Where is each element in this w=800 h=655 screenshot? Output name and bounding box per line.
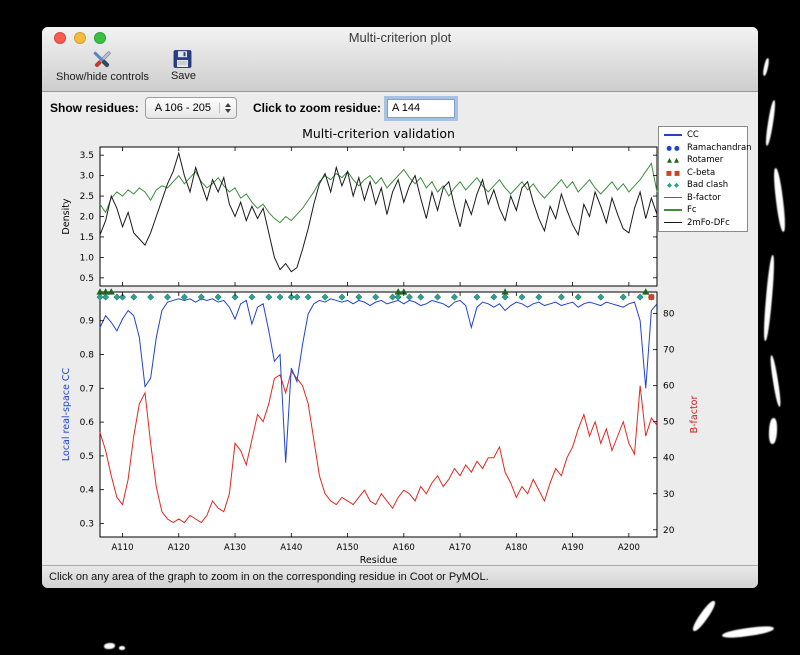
svg-text:2.0: 2.0 — [80, 213, 95, 223]
legend-item: ■ ■ C-beta — [663, 168, 743, 178]
svg-text:A180: A180 — [505, 543, 527, 553]
legend-line-symbol — [663, 196, 683, 199]
svg-text:A190: A190 — [562, 543, 584, 553]
svg-text:0.3: 0.3 — [80, 519, 94, 529]
legend-line-symbol — [663, 221, 683, 224]
window-header: Multi-criterion plot Show/hide controls … — [42, 27, 758, 92]
svg-text:2.5: 2.5 — [80, 192, 94, 202]
controls-bar: Show residues: A 106 - 205 Click to zoom… — [42, 92, 758, 124]
legend-item: ▲ ▲ Rotamer — [663, 155, 743, 165]
legend-label: 2mFo-DFc — [687, 217, 730, 228]
legend-item: ◆ ◆ Bad clash — [663, 180, 743, 190]
legend-diamond-symbol: ◆ ◆ — [666, 181, 680, 189]
svg-text:20: 20 — [663, 526, 675, 536]
legend-label: Bad clash — [687, 180, 729, 190]
svg-text:Local real-space CC: Local real-space CC — [61, 368, 72, 462]
save-icon — [174, 50, 192, 68]
svg-text:60: 60 — [663, 382, 675, 392]
zoom-residue-label: Click to zoom residue: — [252, 101, 381, 115]
zoom-residue-input[interactable] — [387, 98, 455, 118]
zoom-window-button[interactable] — [94, 32, 106, 44]
titlebar[interactable]: Multi-criterion plot — [42, 27, 758, 49]
svg-text:0.9: 0.9 — [80, 317, 95, 327]
svg-text:30: 30 — [663, 490, 675, 500]
window-controls — [54, 32, 106, 44]
svg-text:A160: A160 — [393, 543, 415, 553]
legend-label: Ramachandran — [687, 142, 752, 153]
dropdown-stepper-icon — [218, 103, 231, 113]
svg-text:0.8: 0.8 — [80, 351, 95, 361]
residue-range-value: A 106 - 205 — [154, 102, 211, 114]
svg-text:80: 80 — [663, 310, 675, 320]
window-title: Multi-criterion plot — [348, 30, 452, 45]
svg-text:40: 40 — [663, 454, 675, 464]
svg-text:0.6: 0.6 — [80, 418, 95, 428]
legend-line-symbol — [663, 209, 683, 211]
legend-item: ● ● Ramachandran — [663, 143, 751, 153]
multi-criterion-plot-window: Multi-criterion plot Show/hide controls … — [42, 27, 758, 588]
svg-text:A120: A120 — [168, 543, 190, 553]
legend-item: B-factor — [663, 193, 743, 203]
desktop-background: Multi-criterion plot Show/hide controls … — [0, 0, 800, 655]
legend-label: C-beta — [687, 167, 716, 178]
legend-triangle-symbol: ▲ ▲ — [666, 156, 680, 164]
svg-text:A110: A110 — [111, 543, 133, 553]
tools-icon — [94, 51, 111, 68]
status-text: Click on any area of the graph to zoom i… — [49, 571, 489, 583]
svg-text:Density: Density — [61, 198, 72, 234]
show-hide-controls-button[interactable]: Show/hide controls — [56, 50, 149, 83]
minimize-button[interactable] — [74, 32, 86, 44]
legend-line-symbol — [663, 134, 683, 136]
svg-text:3.0: 3.0 — [80, 172, 95, 182]
svg-text:A140: A140 — [280, 543, 302, 553]
show-hide-controls-label: Show/hide controls — [56, 71, 149, 83]
svg-text:50: 50 — [663, 418, 675, 428]
status-bar: Click on any area of the graph to zoom i… — [42, 565, 758, 588]
legend-item: 2mFo-DFc — [663, 218, 743, 228]
save-button[interactable]: Save — [171, 50, 196, 82]
svg-text:0.5: 0.5 — [80, 274, 94, 284]
svg-text:70: 70 — [663, 346, 675, 356]
svg-text:1.5: 1.5 — [80, 233, 94, 243]
legend-label: B-factor — [687, 192, 721, 203]
legend-circle-symbol: ● ● — [666, 143, 680, 152]
svg-text:A170: A170 — [449, 543, 471, 553]
residue-range-dropdown[interactable]: A 106 - 205 — [144, 97, 237, 119]
svg-text:A150: A150 — [337, 543, 359, 553]
legend-item: CC — [663, 130, 743, 140]
svg-text:3.5: 3.5 — [80, 151, 94, 161]
legend-label: Rotamer — [687, 155, 724, 165]
legend-label: Fc — [687, 205, 697, 215]
svg-text:0.5: 0.5 — [80, 452, 94, 462]
plot-legend: CC ● ● Ramachandran ▲ ▲ Rotamer ■ ■ C-beta ◆ ◆ B… — [658, 126, 752, 232]
svg-text:0.7: 0.7 — [80, 384, 94, 394]
legend-square-symbol: ■ ■ — [665, 168, 681, 177]
svg-text:B-factor: B-factor — [689, 396, 700, 434]
legend-label: CC — [687, 130, 699, 140]
svg-text:A130: A130 — [224, 543, 246, 553]
show-residues-label: Show residues: — [50, 101, 139, 115]
multi-criterion-plot-canvas[interactable]: A110 A120 A130 A140 A150 A160 A170 A180 A190 A200… — [55, 125, 750, 566]
save-label: Save — [170, 70, 197, 82]
plot-figure[interactable]: A110 A120 A130 A140 A150 A160 A170 A180 A190 A200… — [55, 125, 752, 566]
svg-text:1.0: 1.0 — [80, 253, 95, 263]
toolbar: Show/hide controls Save — [42, 49, 758, 83]
close-button[interactable] — [54, 32, 66, 44]
svg-text:A200: A200 — [618, 543, 640, 553]
svg-text:Multi-criterion validation: Multi-criterion validation — [302, 126, 455, 141]
svg-text:Residue: Residue — [360, 555, 398, 565]
legend-item: Fc — [663, 205, 743, 215]
svg-text:0.4: 0.4 — [80, 486, 95, 496]
